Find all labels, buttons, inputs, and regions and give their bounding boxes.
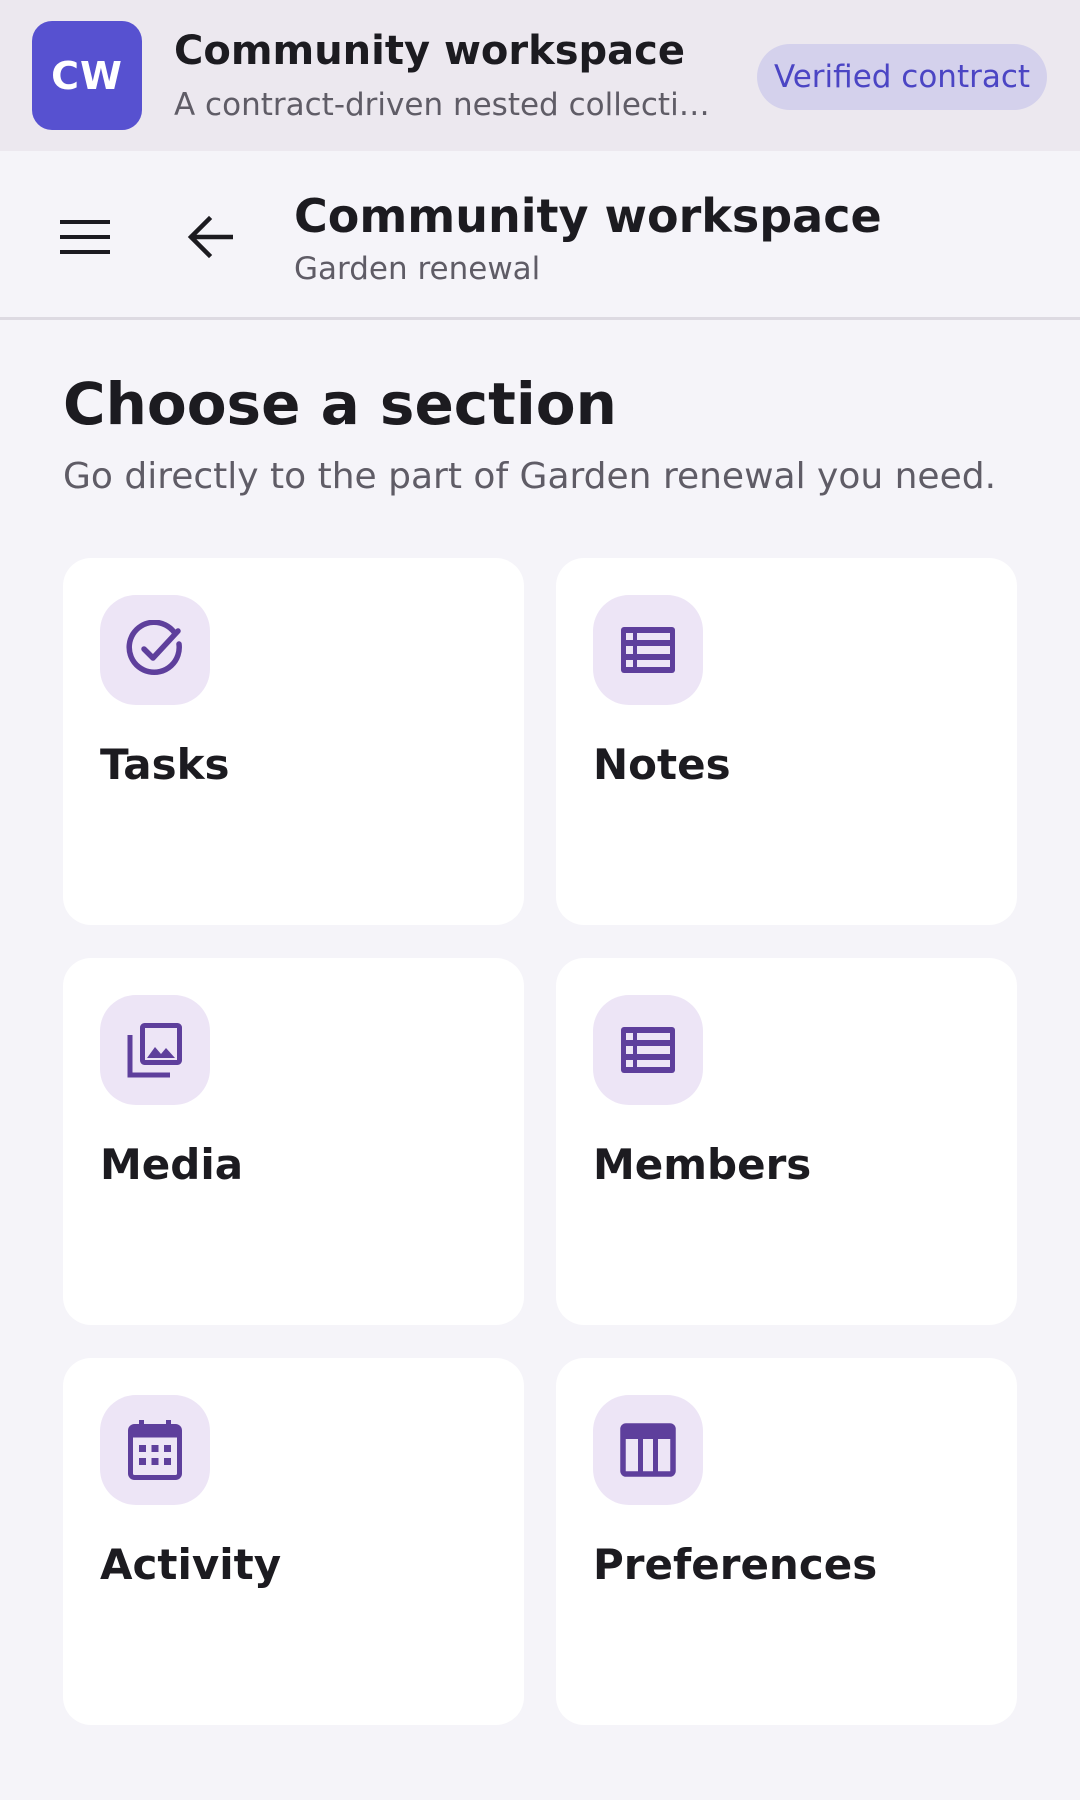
icon-tile: [100, 595, 210, 705]
workspace-subtitle: A contract-driven nested collection work…: [174, 87, 724, 123]
section-card-tasks[interactable]: Tasks: [63, 558, 524, 925]
app-bar: Community workspace Garden renewal: [0, 151, 1080, 320]
section-card-members[interactable]: Members: [556, 958, 1017, 1325]
list-icon: [621, 627, 675, 673]
page-title: Community workspace: [294, 189, 882, 243]
check-circle-icon: [126, 620, 182, 675]
workspace-avatar: CW: [32, 21, 142, 130]
photo-library-icon: [127, 1023, 182, 1078]
section-card-preferences[interactable]: Preferences: [556, 1358, 1017, 1725]
page-subtitle: Garden renewal: [294, 251, 541, 287]
section-heading: Choose a section: [63, 370, 617, 438]
icon-tile: [593, 595, 703, 705]
icon-tile: [100, 995, 210, 1105]
verified-contract-badge: Verified contract: [757, 44, 1047, 110]
section-card-label: Tasks: [100, 740, 230, 789]
calendar-icon: [128, 1420, 182, 1480]
icon-tile: [593, 995, 703, 1105]
section-card-activity[interactable]: Activity: [63, 1358, 524, 1725]
section-card-label: Members: [593, 1140, 812, 1189]
section-card-label: Activity: [100, 1540, 282, 1589]
list-icon: [621, 1027, 675, 1073]
section-card-label: Media: [100, 1140, 244, 1189]
icon-tile: [593, 1395, 703, 1505]
section-card-label: Preferences: [593, 1540, 878, 1589]
menu-icon: [60, 220, 110, 254]
table-icon: [620, 1423, 676, 1477]
back-button[interactable]: [170, 197, 250, 277]
section-description: Go directly to the part of Garden renewa…: [63, 456, 997, 497]
section-card-notes[interactable]: Notes: [556, 558, 1017, 925]
section-card-media[interactable]: Media: [63, 958, 524, 1325]
section-card-label: Notes: [593, 740, 731, 789]
menu-button[interactable]: [45, 197, 125, 277]
arrow-back-icon: [187, 215, 233, 259]
icon-tile: [100, 1395, 210, 1505]
workspace-banner: CW Community workspace A contract-driven…: [0, 0, 1080, 151]
workspace-title: Community workspace: [174, 28, 686, 74]
